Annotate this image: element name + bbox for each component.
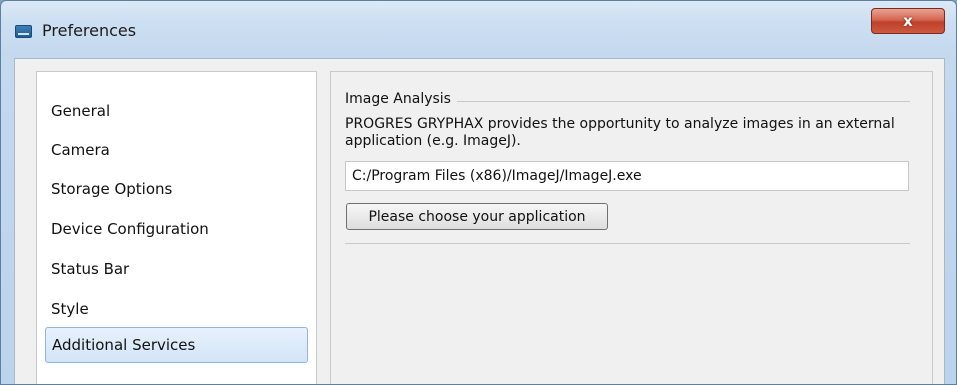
sidebar-item-general[interactable]: General xyxy=(45,93,308,129)
sidebar-item-label: Style xyxy=(51,300,89,318)
sidebar-item-camera[interactable]: Camera xyxy=(45,132,308,168)
preferences-window: Preferences x General Camera Storage Opt… xyxy=(0,0,957,385)
choose-application-button[interactable]: Please choose your application xyxy=(346,203,608,230)
sidebar-item-label: Storage Options xyxy=(51,180,173,198)
sidebar-item-storage-options[interactable]: Storage Options xyxy=(45,171,308,207)
sidebar-item-status-bar[interactable]: Status Bar xyxy=(45,251,308,287)
sidebar-item-label: Status Bar xyxy=(51,260,130,278)
group-title: Image Analysis xyxy=(345,91,457,107)
close-button[interactable]: x xyxy=(871,8,945,34)
close-icon: x xyxy=(903,12,913,30)
sidebar-item-label: General xyxy=(51,102,111,120)
application-path-input[interactable] xyxy=(345,161,909,191)
settings-panel: Image Analysis PROGRES GRYPHAX provides … xyxy=(330,71,933,384)
app-window-icon xyxy=(15,25,32,38)
description-text: PROGRES GRYPHAX provides the opportunity… xyxy=(345,116,895,149)
title-bar[interactable]: Preferences x xyxy=(1,1,956,57)
sidebar-item-label: Device Configuration xyxy=(51,220,209,238)
sidebar-item-label: Camera xyxy=(51,141,110,159)
sidebar-item-style[interactable]: Style xyxy=(45,291,308,327)
sidebar-item-additional-services[interactable]: Additional Services xyxy=(45,327,308,363)
sidebar-item-device-configuration[interactable]: Device Configuration xyxy=(45,211,308,247)
preferences-category-list: General Camera Storage Options Device Co… xyxy=(36,71,317,384)
dialog-client-area: General Camera Storage Options Device Co… xyxy=(14,58,945,384)
window-title: Preferences xyxy=(42,21,137,40)
bottom-divider xyxy=(345,243,910,244)
sidebar-item-label: Additional Services xyxy=(52,336,196,354)
